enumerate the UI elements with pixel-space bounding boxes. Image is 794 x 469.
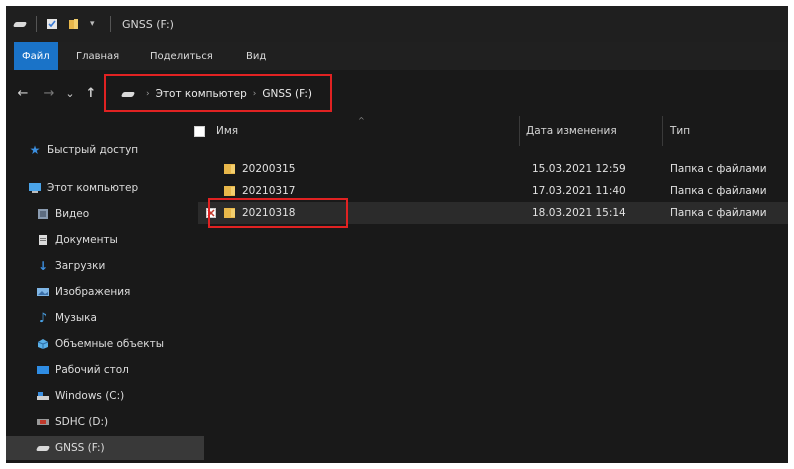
quick-access-dropdown-icon[interactable]: ▾ — [90, 6, 95, 42]
music-icon: ♪ — [38, 310, 48, 326]
window-title: GNSS (F:) — [122, 17, 174, 31]
ribbon: Файл Главная Поделиться Вид — [6, 42, 788, 71]
desktop-icon — [36, 364, 50, 376]
sidebar-item-label: Этот компьютер — [47, 182, 139, 194]
pictures-icon — [36, 286, 50, 298]
file-date: 17.03.2021 11:40 — [532, 185, 626, 197]
tab-view[interactable]: Вид — [246, 42, 266, 70]
select-all-checkbox[interactable] — [194, 120, 205, 142]
file-row[interactable]: 20200315 15.03.2021 12:59 Папка с файлам… — [198, 158, 788, 180]
sidebar-item-label: Документы — [55, 234, 118, 246]
sd-card-icon — [36, 416, 50, 428]
sidebar-item-label: Видео — [55, 208, 90, 220]
column-header-name[interactable]: Имя — [216, 120, 238, 142]
sidebar-item-this-pc[interactable]: Этот компьютер — [6, 176, 196, 200]
folder-icon — [224, 186, 235, 196]
file-type: Папка с файлами — [670, 207, 767, 219]
sidebar-item-label: Музыка — [55, 312, 97, 324]
back-button[interactable]: ← — [12, 82, 34, 104]
column-header-type[interactable]: Тип — [670, 120, 690, 142]
annotation-highlight-address — [104, 74, 332, 112]
computer-icon — [28, 182, 42, 194]
sidebar-item-quick-access[interactable]: ★ Быстрый доступ — [6, 138, 196, 162]
documents-icon — [36, 234, 50, 246]
recent-locations-button[interactable]: ⌄ — [62, 82, 78, 104]
sidebar-item-label: Быстрый доступ — [47, 144, 139, 156]
column-divider[interactable] — [519, 116, 520, 146]
file-name-cell: 20200315 — [224, 158, 295, 180]
explorer-window: ▾ GNSS (F:) Файл Главная Поделиться Вид … — [6, 6, 788, 463]
new-folder-icon[interactable] — [68, 6, 80, 42]
3d-objects-icon — [36, 338, 50, 350]
video-icon — [36, 208, 50, 220]
file-name: 20210317 — [242, 185, 296, 197]
sidebar-item-label: SDHC (D:) — [55, 416, 109, 428]
file-date: 15.03.2021 12:59 — [532, 163, 626, 175]
sidebar-item-label: Windows (C:) — [55, 390, 125, 402]
file-type: Папка с файлами — [670, 185, 767, 197]
sidebar-item-label: Изображения — [55, 286, 131, 298]
drive-icon — [12, 6, 28, 42]
tab-file[interactable]: Файл — [14, 42, 58, 70]
tab-share[interactable]: Поделиться — [150, 42, 213, 70]
properties-icon[interactable] — [46, 6, 58, 42]
column-header-date[interactable]: Дата изменения — [526, 120, 617, 142]
file-type: Папка с файлами — [670, 163, 767, 175]
sidebar-item-label: Загрузки — [55, 260, 106, 272]
address-row: ← → ⌄ ↑ › Этот компьютер › GNSS (F:) — [6, 70, 788, 116]
drive-icon — [35, 442, 51, 454]
up-button[interactable]: ↑ — [82, 82, 100, 104]
download-icon: ↓ — [37, 259, 49, 273]
file-date: 18.03.2021 15:14 — [532, 207, 626, 219]
title-bar: ▾ GNSS (F:) — [6, 6, 788, 42]
drive-icon — [36, 390, 50, 402]
annotation-highlight-folder — [208, 198, 348, 228]
folder-icon — [224, 164, 235, 174]
tab-home[interactable]: Главная — [76, 42, 119, 70]
sort-indicator-icon: ^ — [358, 116, 365, 125]
sidebar-item-label: Объемные объекты — [55, 338, 165, 350]
column-divider[interactable] — [662, 116, 663, 146]
file-name: 20200315 — [242, 163, 296, 175]
forward-button[interactable]: → — [38, 82, 60, 104]
sidebar-item-label: Рабочий стол — [55, 364, 129, 376]
file-list: Имя ^ Дата изменения Тип 20200315 15.03.… — [174, 116, 788, 463]
star-icon: ★ — [29, 143, 41, 157]
navigation-pane: ★ Быстрый доступ Этот компьютер Видео До… — [6, 116, 204, 463]
sidebar-item-label: GNSS (F:) — [55, 442, 105, 454]
